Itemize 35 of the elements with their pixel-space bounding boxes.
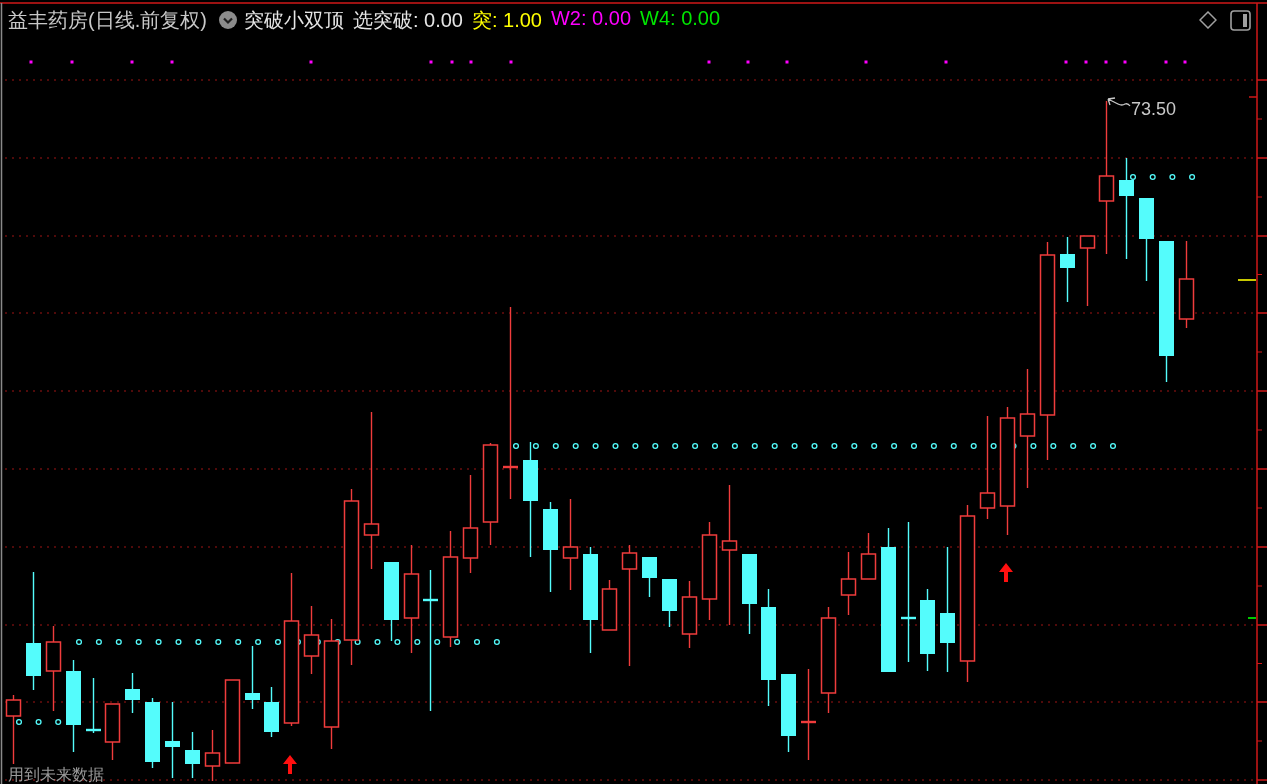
candlestick — [86, 677, 101, 734]
indicator-reading: W2: 0.00 — [551, 6, 632, 31]
price-marker-icon — [1238, 279, 1256, 281]
circle-dotted-line — [1129, 173, 1196, 181]
indicator-reading: 突: 1.00 — [471, 7, 542, 33]
future-data-warning: 用到未来数据 — [8, 766, 104, 784]
candlestick — [145, 697, 160, 769]
indicator-name[interactable]: 突破小双顶 — [243, 6, 344, 34]
circle-dotted-line — [15, 718, 62, 726]
up-arrow-icon — [283, 755, 297, 774]
candlestick — [303, 605, 320, 675]
candlestick — [104, 703, 121, 761]
indicator-reading: W4: 0.00 — [640, 6, 721, 31]
up-arrow-icon — [999, 563, 1013, 582]
candlestick — [840, 551, 857, 616]
price-marker-icon — [1248, 617, 1256, 619]
candlestick — [125, 672, 140, 714]
leader-arrow — [1107, 97, 1131, 107]
candlestick — [185, 731, 200, 779]
chevron-down-icon[interactable] — [218, 11, 237, 29]
candlestick — [681, 580, 698, 649]
candlestick — [601, 579, 618, 631]
candlestick — [264, 686, 279, 738]
candlestick — [662, 578, 677, 628]
stock-title: 益丰药房(日线.前复权) — [8, 7, 207, 33]
diamond-icon[interactable] — [1199, 11, 1217, 29]
candlestick — [642, 556, 657, 598]
candlestick — [860, 532, 877, 580]
high-price-label: 73.50 — [1131, 99, 1177, 119]
candlestick — [5, 694, 22, 765]
candlestick — [245, 645, 260, 710]
candlestick — [1079, 235, 1096, 307]
sidebar-panel-icon[interactable] — [1230, 9, 1251, 31]
indicator-reading: 选突破: 0.00 — [352, 7, 463, 33]
candlestick — [1060, 236, 1075, 303]
